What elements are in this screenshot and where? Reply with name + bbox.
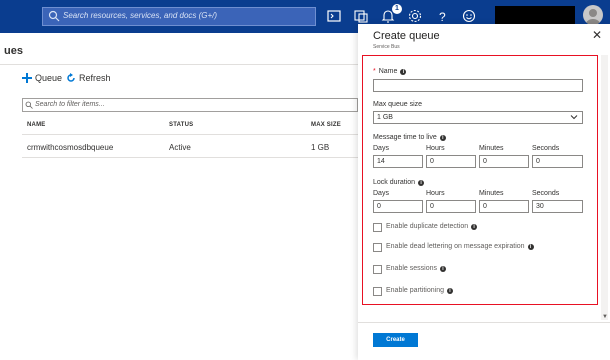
lock-seconds-label: Seconds [532, 190, 560, 197]
lock-days-input[interactable]: 0 [373, 200, 423, 213]
create-button[interactable]: Create [373, 333, 418, 347]
add-queue-label: Queue [35, 73, 63, 83]
sessions-label: Enable sessions i [386, 265, 446, 272]
cloud-shell-icon[interactable] [326, 8, 342, 24]
lock-minutes-label: Minutes [479, 190, 504, 197]
feedback-icon[interactable] [461, 8, 477, 24]
column-header-status[interactable]: STATUS [169, 122, 193, 128]
panel-scrollbar[interactable]: ▼ [601, 55, 608, 320]
refresh-button[interactable]: Refresh [66, 71, 111, 85]
global-search-box[interactable]: Search resources, services, and docs (G+… [42, 7, 316, 26]
info-icon[interactable]: i [418, 179, 425, 186]
queue-name-cell[interactable]: crmwithcosmosdbqueue [27, 143, 113, 152]
ttl-days-input[interactable]: 14 [373, 155, 423, 168]
avatar[interactable] [583, 5, 603, 25]
duplicate-detection-label: Enable duplicate detection i [386, 223, 478, 230]
lock-hours-label: Hours [426, 190, 445, 197]
close-icon[interactable]: ✕ [592, 28, 602, 42]
name-input[interactable] [373, 79, 583, 92]
column-header-name[interactable]: NAME [27, 122, 45, 128]
divider [358, 322, 610, 323]
svg-text:?: ? [439, 10, 446, 24]
refresh-icon [67, 73, 75, 82]
name-label: * Name i [373, 68, 407, 75]
ttl-seconds-input[interactable]: 0 [532, 155, 583, 168]
queue-max-size-cell: 1 GB [311, 143, 330, 152]
partitioning-label: Enable partitioning i [386, 287, 453, 294]
sessions-checkbox[interactable] [373, 265, 382, 274]
ttl-hours-input[interactable]: 0 [426, 155, 476, 168]
add-queue-button[interactable]: Queue [22, 71, 62, 85]
lock-days-label: Days [373, 190, 389, 197]
queue-status-cell: Active [169, 143, 191, 152]
scroll-down-icon[interactable]: ▼ [602, 314, 608, 320]
divider [22, 157, 358, 158]
chevron-down-icon [570, 115, 578, 120]
divider [0, 64, 358, 65]
create-queue-panel: Create queue Service Bus ✕ * Name i Max qu… [358, 24, 610, 360]
ttl-minutes-label: Minutes [479, 145, 504, 152]
ttl-days-label: Days [373, 145, 389, 152]
max-size-value: 1 GB [377, 114, 393, 121]
lock-seconds-input[interactable]: 30 [532, 200, 583, 213]
panel-title: Create queue [373, 30, 440, 42]
dead-lettering-label: Enable dead lettering on message expirat… [386, 243, 534, 250]
refresh-label: Refresh [79, 73, 111, 83]
info-icon[interactable]: i [471, 223, 478, 230]
ttl-label: Message time to live i [373, 134, 446, 141]
max-size-select[interactable]: 1 GB [373, 111, 583, 124]
lock-duration-label: Lock duration i [373, 179, 425, 186]
search-icon [48, 10, 60, 22]
panel-subtitle: Service Bus [373, 44, 400, 50]
dead-lettering-checkbox[interactable] [373, 243, 382, 252]
info-icon[interactable]: i [439, 134, 446, 141]
partitioning-checkbox[interactable] [373, 287, 382, 296]
lock-minutes-input[interactable]: 0 [479, 200, 529, 213]
filter-input[interactable]: Search to filter items... [22, 98, 358, 112]
notification-count-badge: 1 [392, 4, 402, 14]
lock-hours-input[interactable]: 0 [426, 200, 476, 213]
column-header-max-size[interactable]: MAX SIZE [311, 122, 341, 128]
search-icon [25, 101, 33, 109]
divider [22, 134, 358, 135]
info-icon[interactable]: i [439, 265, 446, 272]
info-icon[interactable]: i [400, 68, 407, 75]
settings-icon[interactable] [407, 8, 423, 24]
page-title: ues [4, 45, 23, 57]
redacted-account-name [495, 6, 575, 26]
duplicate-detection-checkbox[interactable] [373, 223, 382, 232]
plus-icon [22, 73, 32, 83]
ttl-hours-label: Hours [426, 145, 445, 152]
info-icon[interactable]: i [527, 243, 534, 250]
ttl-minutes-input[interactable]: 0 [479, 155, 529, 168]
search-placeholder: Search resources, services, and docs (G+… [63, 11, 218, 20]
directory-filter-icon[interactable] [353, 8, 369, 24]
max-size-label: Max queue size [373, 101, 423, 108]
info-icon[interactable]: i [447, 287, 453, 294]
filter-placeholder: Search to filter items... [35, 101, 105, 108]
ttl-seconds-label: Seconds [532, 145, 560, 152]
help-icon[interactable]: ? [434, 8, 450, 24]
